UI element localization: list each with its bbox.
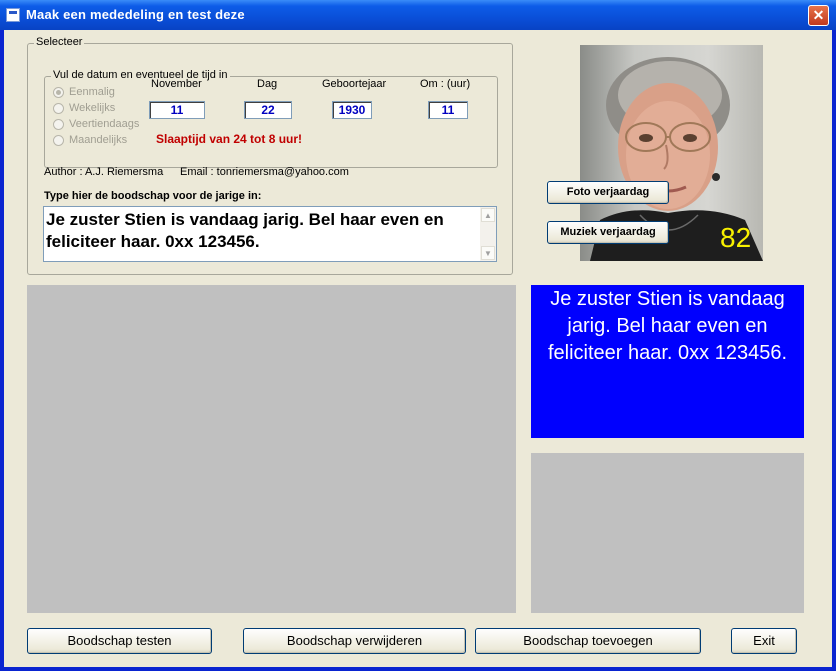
day-label: Dag [257, 78, 278, 90]
message-scrollbar[interactable]: ▲ ▼ [480, 207, 496, 261]
day-input[interactable]: 22 [244, 101, 292, 119]
foto-verjaardag-button[interactable]: Foto verjaardag [547, 181, 669, 204]
radio-label: Eenmalig [69, 86, 115, 98]
client-area: Selecteer Vul de datum en eventueel de t… [4, 30, 832, 667]
age-label: 82 [720, 222, 752, 253]
radio-selected-icon [53, 86, 64, 98]
radio-label: Wekelijks [69, 102, 116, 114]
month-input[interactable]: 11 [149, 101, 205, 119]
sleep-time-warning: Slaaptijd van 24 tot 8 uur! [156, 132, 303, 146]
email-label: Email : tonriemersma@yahoo.com [180, 166, 349, 178]
window-title: Maak een mededeling en test deze [26, 7, 245, 22]
message-text: Je zuster Stien is vandaag jarig. Bel ha… [46, 210, 444, 251]
radio-eenmalig[interactable]: Eenmalig [53, 86, 115, 98]
year-input[interactable]: 1930 [332, 101, 372, 119]
message-textarea[interactable]: Je zuster Stien is vandaag jarig. Bel ha… [43, 206, 497, 262]
title-bar[interactable]: Maak een mededeling en test deze ✕ [0, 0, 836, 30]
radio-veertiendaags[interactable]: Veertiendaags [53, 118, 139, 130]
selecteer-legend: Selecteer [34, 36, 85, 48]
app-window: Maak een mededeling en test deze ✕ Selec… [0, 0, 836, 671]
left-display-panel [27, 285, 516, 613]
muziek-verjaardag-button[interactable]: Muziek verjaardag [547, 221, 669, 244]
boodschap-verwijderen-button[interactable]: Boodschap verwijderen [243, 628, 466, 654]
scroll-up-icon[interactable]: ▲ [481, 208, 495, 222]
hour-label: Om : (uur) [420, 78, 471, 90]
boodschap-toevoegen-button[interactable]: Boodschap toevoegen [475, 628, 701, 654]
message-preview: Je zuster Stien is vandaag jarig. Bel ha… [531, 285, 804, 438]
year-label: Geboortejaar [322, 78, 387, 90]
radio-label: Veertiendaags [69, 118, 140, 130]
boodschap-testen-button[interactable]: Boodschap testen [27, 628, 212, 654]
radio-label: Maandelijks [69, 134, 128, 146]
right-display-panel [531, 453, 804, 613]
month-label: November [151, 78, 202, 90]
radio-icon [53, 102, 64, 114]
radio-icon [53, 134, 64, 146]
radio-wekelijks[interactable]: Wekelijks [53, 102, 115, 114]
hour-input[interactable]: 11 [428, 101, 468, 119]
selecteer-group: Selecteer Vul de datum en eventueel de t… [27, 36, 513, 275]
close-button[interactable]: ✕ [808, 5, 829, 26]
exit-button[interactable]: Exit [731, 628, 797, 654]
radio-icon [53, 118, 64, 130]
radio-maandelijks[interactable]: Maandelijks [53, 134, 127, 146]
author-label: Author : A.J. Riemersma [44, 166, 164, 178]
message-label: Type hier de boodschap voor de jarige in… [44, 190, 262, 202]
app-icon [6, 8, 20, 22]
scroll-down-icon[interactable]: ▼ [481, 246, 495, 260]
date-time-legend: Vul de datum en eventueel de tijd in [51, 69, 230, 81]
